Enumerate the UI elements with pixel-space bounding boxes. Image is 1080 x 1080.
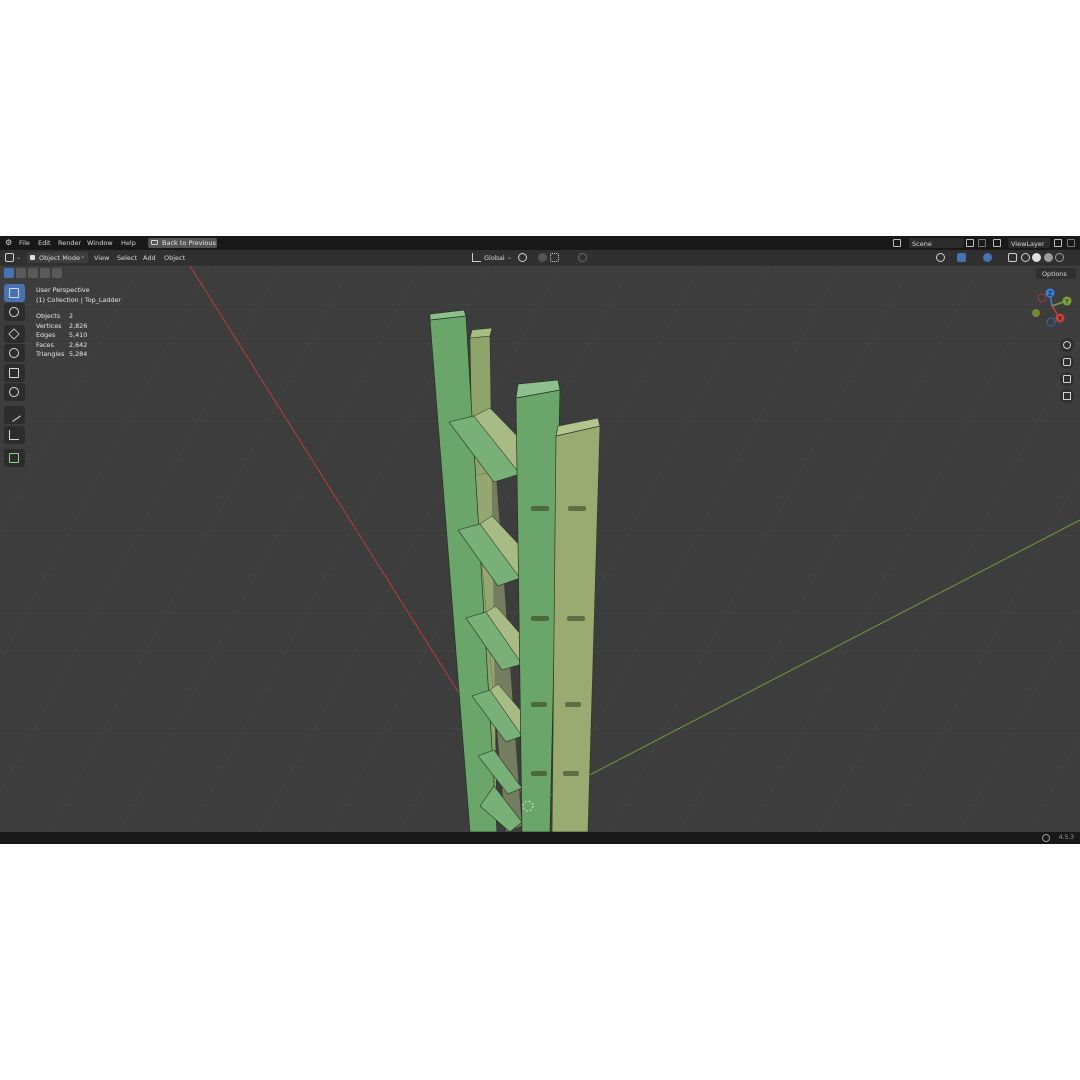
delete-view-layer-icon[interactable] — [1067, 239, 1075, 247]
visibility-icon[interactable] — [936, 253, 945, 262]
new-scene-icon[interactable] — [966, 239, 974, 247]
scene-field[interactable]: Scene — [909, 238, 964, 248]
add-cube-icon — [9, 453, 19, 463]
select-extend-icon[interactable] — [16, 268, 26, 278]
add-cube-tool[interactable] — [4, 449, 25, 467]
gizmo-y-label: Y — [1064, 299, 1069, 306]
viewport-header: ⌄ Object Mode ⌄ View Select Add Object G… — [0, 250, 1080, 266]
view-layer-field[interactable]: ViewLayer — [1008, 238, 1050, 248]
delete-scene-icon[interactable] — [978, 239, 986, 247]
rotate-tool[interactable] — [4, 344, 25, 362]
orientation-dropdown[interactable]: Global — [484, 254, 505, 262]
chevron-down-icon: ⌄ — [16, 254, 22, 261]
menu-add[interactable]: Add — [143, 254, 156, 262]
stat-faces: Faces 2,642 — [36, 340, 88, 349]
cursor-icon — [9, 307, 19, 317]
select-box-icon — [9, 288, 19, 298]
status-bar: 4.5.3 — [0, 832, 1080, 844]
stat-vertices: Vertices 2,826 — [36, 321, 88, 330]
select-box-tool[interactable] — [4, 284, 25, 302]
zoom-icon — [1063, 341, 1071, 349]
top-menu-bar: ⚙ File Edit Render Window Help Back to P… — [0, 236, 1080, 250]
gizmo-z-label: Z — [1048, 291, 1052, 298]
viewport-info-overlay: User Perspective (1) Collection | Top_La… — [36, 285, 121, 359]
select-intersect-icon[interactable] — [52, 268, 62, 278]
cursor-tool[interactable] — [4, 303, 25, 321]
measure-icon — [9, 430, 19, 440]
menu-edit[interactable]: Edit — [38, 239, 51, 247]
stat-edges: Edges 5,410 — [36, 331, 88, 339]
globe-icon — [1042, 834, 1050, 842]
menu-file[interactable]: File — [19, 239, 30, 247]
transform-tool[interactable] — [4, 383, 25, 401]
gizmo-x-label: X — [1058, 316, 1062, 323]
ortho-toggle-button[interactable] — [1060, 389, 1074, 403]
chevron-down-icon: ⌄ — [80, 253, 86, 260]
transform-orientation-icon[interactable] — [472, 253, 481, 262]
menu-window[interactable]: Window — [87, 239, 113, 247]
wireframe-shading-icon[interactable] — [1021, 253, 1030, 262]
view-perspective-label: User Perspective — [36, 286, 90, 294]
stat-objects: Objects 2 — [36, 312, 74, 320]
collection-label: (1) Collection | Top_Ladder — [36, 296, 122, 304]
annotate-tool[interactable] — [4, 406, 25, 424]
menu-render[interactable]: Render — [58, 239, 81, 247]
chevron-down-icon: ⌄ — [507, 254, 513, 261]
blender-window: ⚙ File Edit Render Window Help Back to P… — [0, 236, 1080, 844]
view-layer-icon[interactable] — [993, 239, 1001, 247]
version-label: 4.5.3 — [1058, 834, 1074, 841]
mode-dropdown[interactable]: Object Mode ⌄ — [27, 252, 88, 263]
scale-tool[interactable] — [4, 364, 25, 382]
measure-tool[interactable] — [4, 426, 25, 444]
gizmo-toggle-icon[interactable] — [957, 253, 966, 262]
menu-help[interactable]: Help — [121, 239, 136, 247]
camera-view-button[interactable] — [1060, 372, 1074, 386]
transform-icon — [9, 387, 19, 397]
selection-mode-group — [4, 268, 62, 278]
menu-view[interactable]: View — [94, 254, 109, 262]
options-dropdown[interactable]: Options — [1036, 268, 1076, 279]
xray-icon[interactable] — [1008, 253, 1017, 262]
camera-icon — [1063, 375, 1071, 383]
back-icon — [151, 240, 158, 245]
select-new-icon[interactable] — [4, 268, 14, 278]
back-to-previous-button[interactable]: Back to Previous — [148, 238, 217, 248]
editor-type-icon[interactable] — [5, 253, 14, 262]
scene-icon[interactable] — [893, 239, 901, 247]
zoom-button[interactable] — [1060, 338, 1074, 352]
pivot-icon[interactable] — [518, 253, 527, 262]
viewport-scene: Z Y X — [0, 266, 1080, 832]
move-icon — [8, 328, 20, 340]
proportional-edit-icon[interactable] — [578, 253, 587, 262]
material-shading-icon[interactable] — [1044, 253, 1053, 262]
menu-object[interactable]: Object — [164, 254, 185, 262]
hand-icon — [1063, 358, 1071, 366]
scale-icon — [9, 368, 19, 378]
3d-viewport[interactable]: Z Y X User Perspective (1) Collection | … — [0, 266, 1080, 832]
rotate-icon — [9, 348, 19, 358]
snap-icon[interactable] — [538, 253, 547, 262]
menu-select[interactable]: Select — [117, 254, 137, 262]
annotate-icon — [7, 408, 21, 422]
snap-target-icon[interactable] — [550, 253, 559, 262]
stat-triangles: Triangles 5,284 — [36, 350, 88, 358]
new-view-layer-icon[interactable] — [1054, 239, 1062, 247]
select-invert-icon[interactable] — [40, 268, 50, 278]
select-subtract-icon[interactable] — [28, 268, 38, 278]
blender-logo[interactable]: ⚙ — [5, 238, 12, 247]
overlay-toggle-icon[interactable] — [983, 253, 992, 262]
rendered-shading-icon[interactable] — [1055, 253, 1064, 262]
grid-icon — [1063, 392, 1071, 400]
solid-shading-icon[interactable] — [1032, 253, 1041, 262]
object-mode-icon — [30, 255, 35, 260]
pan-button[interactable] — [1060, 355, 1074, 369]
move-tool[interactable] — [4, 325, 25, 343]
